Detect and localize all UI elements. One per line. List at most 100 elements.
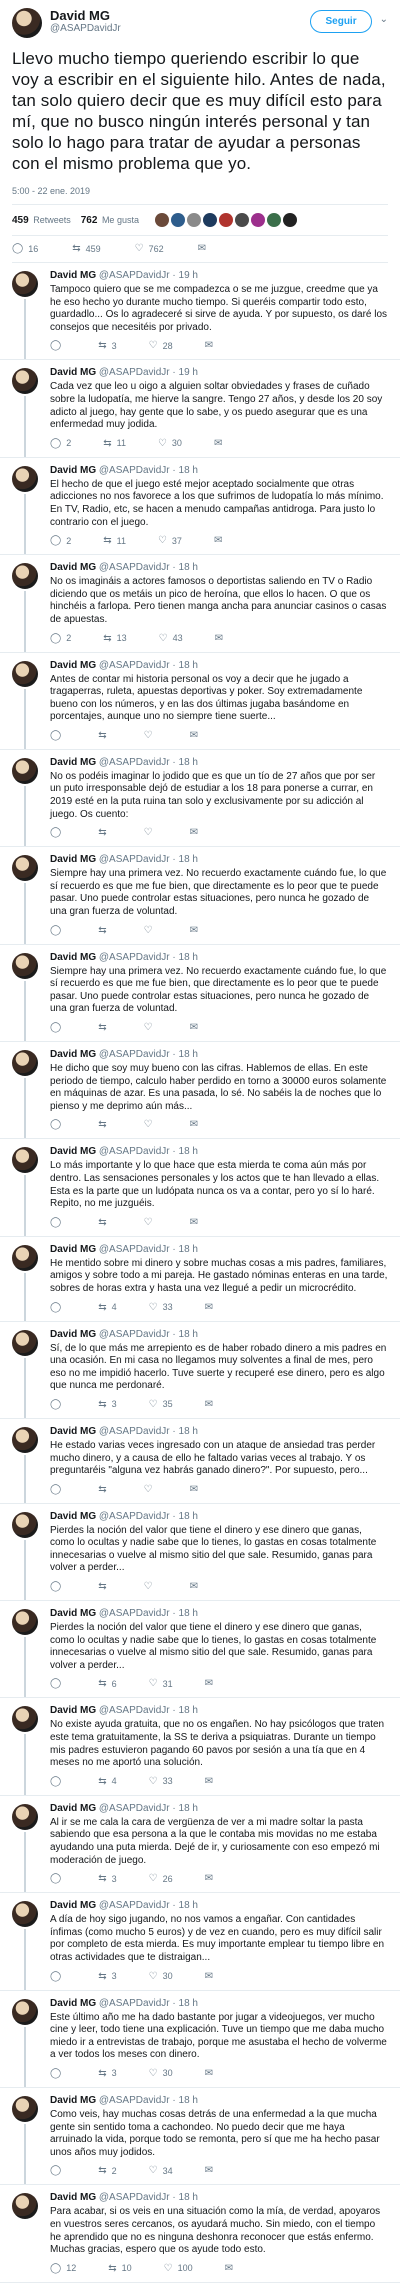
reply-action[interactable]: ◯: [50, 1119, 66, 1130]
display-name[interactable]: David MG: [50, 1244, 96, 1255]
retweet-action[interactable]: ⇆: [98, 1022, 111, 1033]
retweet-action[interactable]: ⇆ 10: [108, 2263, 131, 2274]
user-handle[interactable]: @ASAPDavidJr: [99, 2192, 170, 2203]
like-action[interactable]: ♡ 26: [149, 1873, 173, 1884]
thread-reply[interactable]: David MG @ASAPDavidJr · 18 h He dicho que…: [0, 1042, 400, 1140]
thread-reply[interactable]: David MG @ASAPDavidJr · 18 h El hecho de …: [0, 458, 400, 556]
user-handle[interactable]: @ASAPDavidJr: [99, 757, 170, 768]
user-handle[interactable]: @ASAPDavidJr: [99, 1146, 170, 1157]
retweet-action[interactable]: ⇆ 11: [103, 438, 126, 449]
avatar[interactable]: [12, 1803, 38, 1830]
reply-action[interactable]: ◯: [50, 1302, 66, 1313]
avatar[interactable]: [12, 855, 38, 882]
reply-time[interactable]: 18 h: [179, 1511, 198, 1522]
reply-time[interactable]: 18 h: [179, 1049, 198, 1060]
display-name[interactable]: David MG: [50, 1705, 96, 1716]
reply-action[interactable]: ◯: [50, 1581, 66, 1592]
reply-time[interactable]: 18 h: [179, 1329, 198, 1340]
display-name[interactable]: David MG: [50, 1329, 96, 1340]
reply-action[interactable]: ◯: [50, 1399, 66, 1410]
user-handle[interactable]: @ASAPDavidJr: [99, 1329, 170, 1340]
display-name[interactable]: David MG: [50, 1426, 96, 1437]
retweet-action[interactable]: ⇆ 3: [98, 2068, 116, 2079]
retweet-action[interactable]: ⇆ 4: [98, 1776, 116, 1787]
liker-avatar[interactable]: [266, 213, 281, 227]
thread-reply[interactable]: David MG @ASAPDavidJr · 18 h He mentido s…: [0, 1237, 400, 1322]
like-action[interactable]: ♡ 33: [149, 1776, 173, 1787]
reply-action[interactable]: ◯: [50, 925, 66, 936]
like-action[interactable]: ♡: [144, 1484, 158, 1495]
like-action[interactable]: ♡ 30: [149, 1971, 173, 1982]
user-handle[interactable]: @ASAPDavidJr: [99, 465, 170, 476]
reply-action[interactable]: ◯: [50, 340, 66, 351]
reply-action[interactable]: ◯: [50, 2068, 66, 2079]
dm-action[interactable]: ✉: [190, 730, 203, 741]
display-name[interactable]: David MG: [50, 8, 310, 23]
avatar[interactable]: [12, 2193, 38, 2220]
reply-action[interactable]: ◯: [50, 1217, 66, 1228]
dm-action[interactable]: ✉: [190, 1119, 203, 1130]
avatar[interactable]: [12, 1998, 38, 2025]
liker-avatar[interactable]: [218, 213, 233, 227]
thread-reply[interactable]: David MG @ASAPDavidJr · 18 h Pierdes la n…: [0, 1601, 400, 1699]
reply-action[interactable]: ◯: [50, 1873, 66, 1884]
like-action[interactable]: ♡: [144, 827, 158, 838]
like-action[interactable]: ♡ 30: [149, 2068, 173, 2079]
user-handle[interactable]: @ASAPDavidJr: [99, 1426, 170, 1437]
liker-avatar[interactable]: [154, 213, 169, 227]
dm-action[interactable]: ✉: [225, 2263, 238, 2274]
liker-avatar[interactable]: [234, 213, 249, 227]
reply-time[interactable]: 18 h: [179, 1998, 198, 2009]
retweets-stat[interactable]: 459 Retweets: [12, 215, 71, 226]
dm-action[interactable]: ✉: [214, 438, 227, 449]
avatar[interactable]: [12, 465, 38, 492]
reply-time[interactable]: 18 h: [179, 465, 198, 476]
dm-action[interactable]: ✉: [205, 1302, 218, 1313]
reply-time[interactable]: 18 h: [179, 1146, 198, 1157]
user-handle[interactable]: @ASAPDavidJr: [99, 1705, 170, 1716]
display-name[interactable]: David MG: [50, 562, 96, 573]
avatar[interactable]: [12, 1609, 38, 1636]
like-action[interactable]: ♡: [144, 925, 158, 936]
dm-action[interactable]: ✉: [205, 1971, 218, 1982]
retweet-action[interactable]: ⇆: [98, 1581, 111, 1592]
retweet-action[interactable]: ⇆ 459: [72, 243, 100, 254]
avatar[interactable]: [12, 1511, 38, 1538]
retweet-action[interactable]: ⇆ 4: [98, 1302, 116, 1313]
avatar[interactable]: [12, 271, 38, 297]
reply-time[interactable]: 18 h: [179, 952, 198, 963]
liker-avatar[interactable]: [170, 213, 185, 227]
user-handle[interactable]: @ASAPDavidJr: [99, 1244, 170, 1255]
reply-time[interactable]: 19 h: [179, 270, 198, 281]
thread-reply[interactable]: David MG @ASAPDavidJr · 18 h Antes de con…: [0, 653, 400, 750]
retweet-action[interactable]: ⇆: [98, 1484, 111, 1495]
retweet-action[interactable]: ⇆ 3: [98, 1873, 116, 1884]
like-action[interactable]: ♡ 31: [149, 1678, 173, 1689]
display-name[interactable]: David MG: [50, 1998, 96, 2009]
reply-time[interactable]: 18 h: [179, 2095, 198, 2106]
thread-reply[interactable]: David MG @ASAPDavidJr · 18 h Sí, de lo qu…: [0, 1322, 400, 1419]
avatar[interactable]: [12, 952, 38, 979]
retweet-action[interactable]: ⇆: [98, 730, 111, 741]
avatar[interactable]: [12, 563, 38, 590]
retweet-action[interactable]: ⇆ 3: [98, 1971, 116, 1982]
reply-action[interactable]: ◯: [50, 1678, 66, 1689]
thread-reply[interactable]: David MG @ASAPDavidJr · 18 h Este último …: [0, 1991, 400, 2088]
user-handle[interactable]: @ASAPDavidJr: [99, 562, 170, 573]
retweet-action[interactable]: ⇆ 11: [103, 535, 126, 546]
reply-time[interactable]: 18 h: [179, 854, 198, 865]
liker-avatar[interactable]: [282, 213, 297, 227]
reply-action[interactable]: ◯ 16: [12, 243, 38, 254]
thread-reply[interactable]: David MG @ASAPDavidJr · 18 h Siempre hay …: [0, 847, 400, 945]
dm-action[interactable]: ✉: [205, 1873, 218, 1884]
reply-action[interactable]: ◯: [50, 1971, 66, 1982]
reply-time[interactable]: 18 h: [179, 1608, 198, 1619]
display-name[interactable]: David MG: [50, 1608, 96, 1619]
likes-stat[interactable]: 762 Me gusta: [81, 215, 139, 226]
display-name[interactable]: David MG: [50, 1900, 96, 1911]
reply-time[interactable]: 18 h: [179, 2192, 198, 2203]
avatar[interactable]: [12, 2095, 38, 2122]
thread-reply[interactable]: David MG @ASAPDavidJr · 18 h Pierdes la n…: [0, 1504, 400, 1602]
reply-time[interactable]: 18 h: [179, 1244, 198, 1255]
reply-time[interactable]: 18 h: [179, 1803, 198, 1814]
